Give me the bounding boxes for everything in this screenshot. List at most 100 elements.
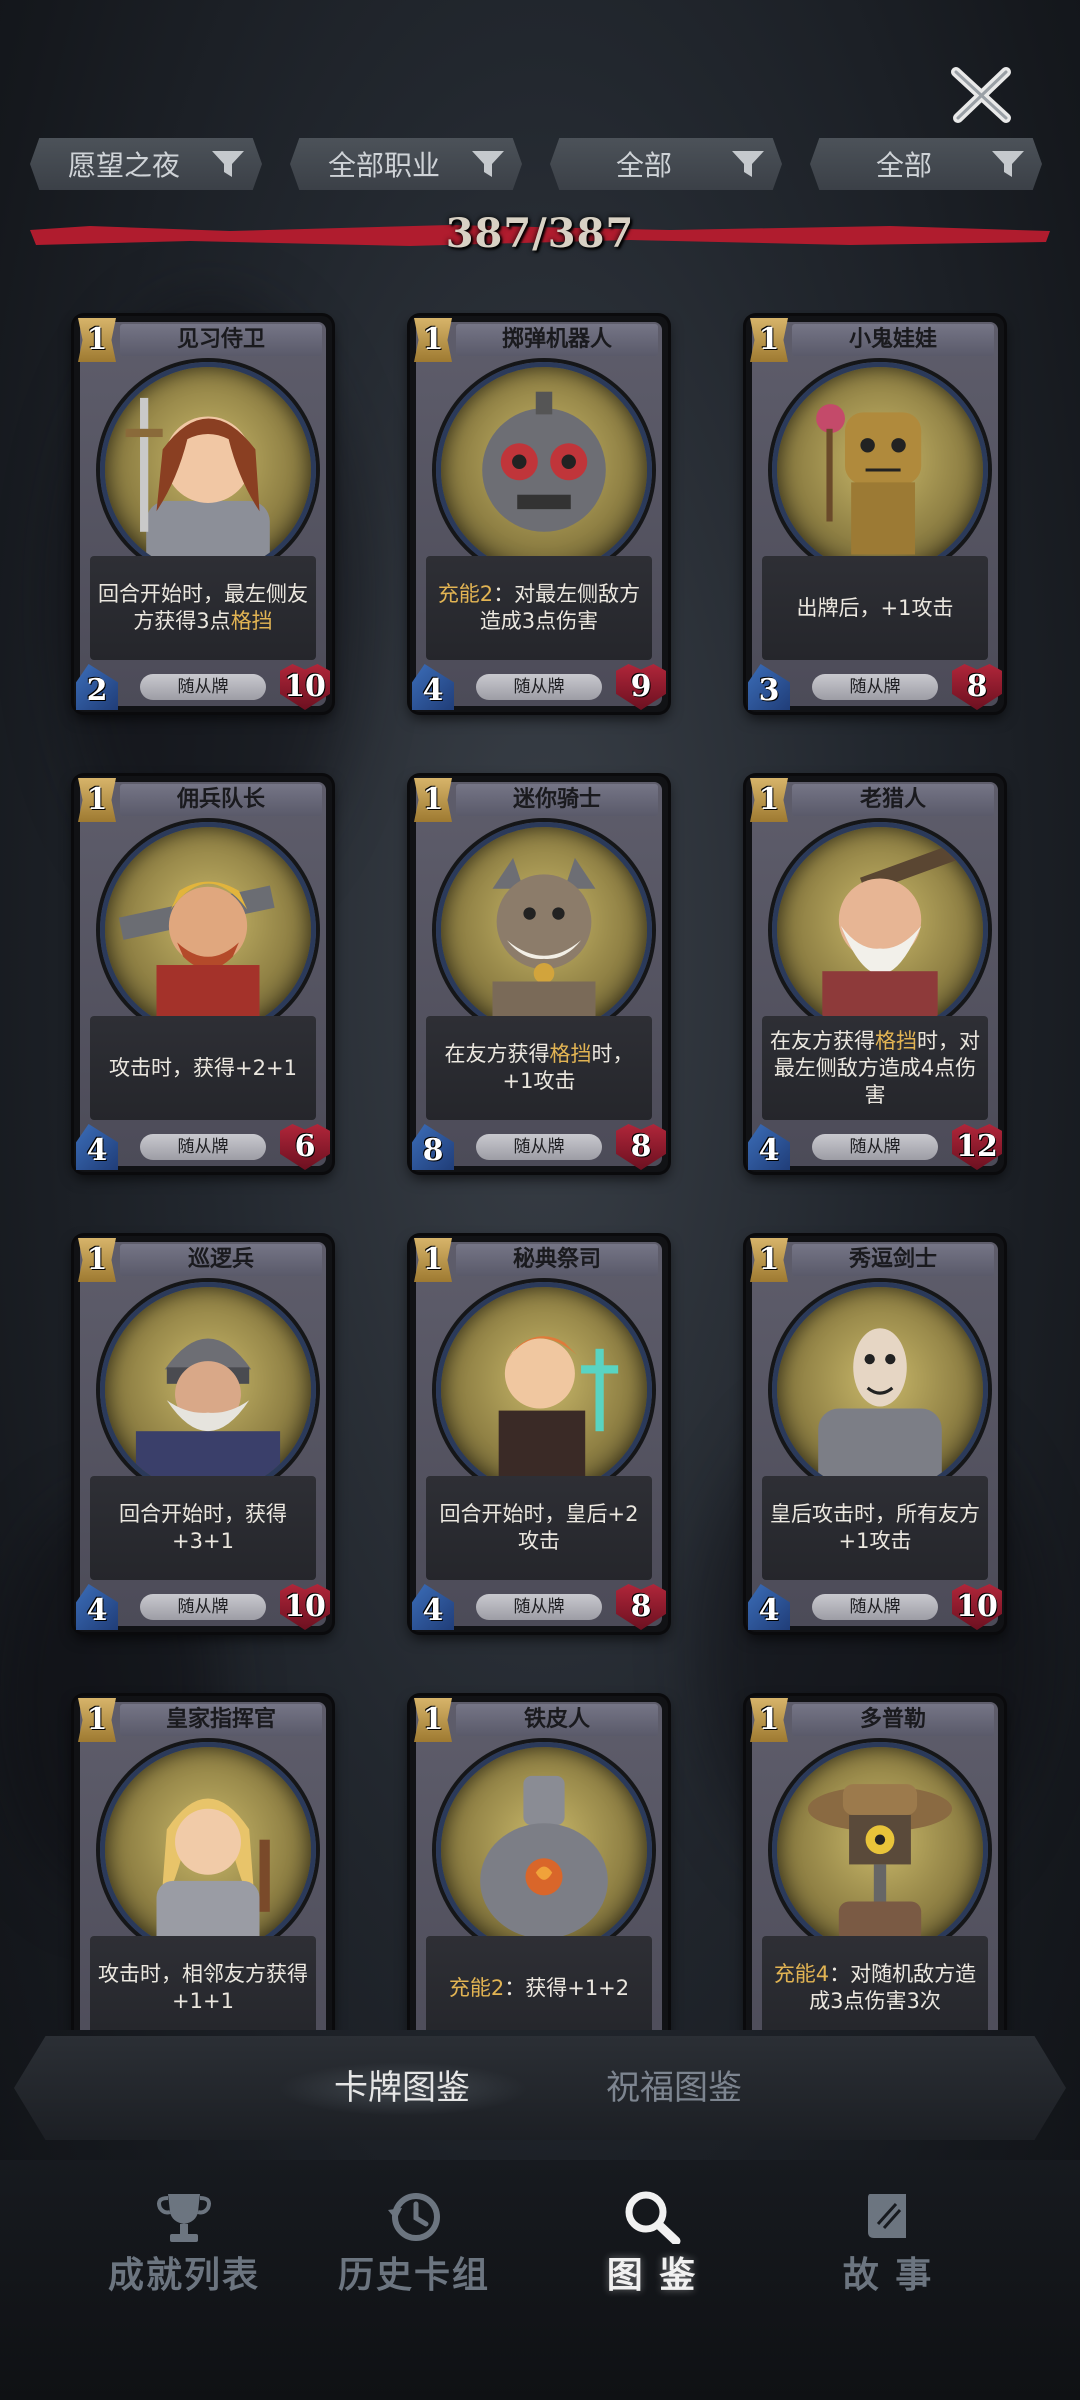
card-name: 小鬼娃娃	[792, 324, 994, 356]
filter-class[interactable]: 全部职业	[290, 138, 522, 190]
card-item[interactable]: 1 见习侍卫 回合开始时，最左侧友方获得3点格挡 2 随从牌 10	[74, 316, 332, 712]
effect-keyword: 充能2	[437, 582, 494, 606]
card-effect: 回合开始时，最左侧友方获得3点格挡	[98, 581, 308, 635]
effect-keyword: 充能2	[448, 1975, 505, 2000]
card-type: 随从牌	[812, 674, 938, 700]
card-name: 铁皮人	[456, 1704, 658, 1736]
card-effect: 在友方获得格挡时，+1攻击	[434, 1041, 644, 1095]
card-effect-text: 回合开始时，最左侧友方获得3点格挡	[90, 556, 316, 660]
close-button[interactable]	[946, 60, 1016, 130]
card-item[interactable]: 1 小鬼娃娃 出牌后，+1攻击 3 随从牌 8	[746, 316, 1004, 712]
effect-part: 回合开始时，皇后+2攻击	[439, 1502, 639, 1553]
effect-part: 回合开始时，最左侧友方获得3点	[98, 582, 308, 633]
card-item[interactable]: 1 铁皮人 充能2：获得+1+2	[410, 1696, 668, 2030]
card-name: 秘典祭司	[456, 1244, 658, 1276]
filter-event[interactable]: 愿望之夜	[30, 138, 262, 190]
effect-keyword: 格挡	[875, 1028, 917, 1053]
old-hunter-portrait	[772, 822, 988, 1038]
nav-history-decks[interactable]: 历史卡组	[314, 2190, 514, 2310]
card-cost: 1	[414, 1698, 452, 1742]
card-type: 随从牌	[812, 1134, 938, 1160]
filter-funnel-icon	[212, 151, 244, 177]
card-type: 随从牌	[476, 1594, 602, 1620]
nav-label: 故 事	[842, 2254, 934, 2296]
history-icon	[388, 2193, 440, 2241]
card-cost: 1	[414, 318, 452, 362]
card-item[interactable]: 1 迷你骑士 在友方获得格挡时，+1攻击 8 随从牌 8	[410, 776, 668, 1172]
patrol-portrait	[100, 1282, 316, 1498]
mini-knight-portrait	[436, 822, 652, 1038]
effect-keyword: 格挡	[549, 1042, 592, 1066]
card-item[interactable]: 1 秘典祭司 回合开始时，皇后+2攻击 4 随从牌 8	[410, 1236, 668, 1632]
card-type: 随从牌	[476, 1134, 602, 1160]
card-cost: 1	[414, 1238, 452, 1282]
effect-part: 出牌后，+1攻击	[796, 595, 954, 620]
card-item[interactable]: 1 皇家指挥官 攻击时，相邻友方获得+1+1	[74, 1696, 332, 2030]
card-name: 掷弹机器人	[456, 324, 658, 356]
card-cost: 1	[78, 1698, 116, 1742]
effect-part: 在友方获得	[444, 1042, 550, 1066]
card-type: 随从牌	[140, 1594, 266, 1620]
doppler-portrait	[772, 1742, 988, 1958]
card-type: 随从牌	[140, 1134, 266, 1160]
card-effect-text: 在友方获得格挡时，对最左侧敌方造成4点伤害	[762, 1016, 988, 1120]
effect-part: 回合开始时，获得+3+1	[119, 1502, 287, 1553]
effect-part: ：获得+1+2	[504, 1975, 630, 2000]
card-cost: 1	[750, 1698, 788, 1742]
filter-funnel-icon	[732, 151, 764, 177]
bomb-robot-portrait	[436, 362, 652, 578]
swordsman-portrait	[772, 1282, 988, 1498]
knight-girl-portrait	[100, 362, 316, 578]
nav-codex[interactable]: 图 鉴	[552, 2190, 752, 2310]
card-effect-text: 攻击时，相邻友方获得+1+1	[90, 1936, 316, 2030]
card-cost: 1	[414, 778, 452, 822]
card-item[interactable]: 1 老猎人 在友方获得格挡时，对最左侧敌方造成4点伤害 4 随从牌 12	[746, 776, 1004, 1172]
card-name: 见习侍卫	[120, 324, 322, 356]
card-effect-text: 攻击时，获得+2+1	[90, 1016, 316, 1120]
book-icon	[868, 2194, 906, 2238]
magnifier-icon	[625, 2191, 681, 2244]
card-name: 多普勒	[792, 1704, 994, 1736]
filter-funnel-icon	[472, 151, 504, 177]
nav-achievements[interactable]: 成就列表	[84, 2190, 284, 2310]
card-item[interactable]: 1 多普勒 充能4：对随机敌方造成3点伤害3次	[746, 1696, 1004, 2030]
card-cost: 1	[750, 318, 788, 362]
card-effect-text: 充能2：对最左侧敌方造成3点伤害	[426, 556, 652, 660]
filter-rarity[interactable]: 全部	[550, 138, 782, 190]
card-item[interactable]: 1 巡逻兵 回合开始时，获得+3+1 4 随从牌 10	[74, 1236, 332, 1632]
tab-blessing-collection[interactable]: 祝福图鉴	[606, 2058, 742, 2118]
filter-type[interactable]: 全部	[810, 138, 1042, 190]
tin-man-portrait	[436, 1742, 652, 1958]
effect-part: ：对最左侧敌方造成3点伤害	[479, 582, 641, 633]
tab-card-collection[interactable]: 卡牌图鉴	[334, 2058, 470, 2118]
nav-label: 图 鉴	[606, 2254, 698, 2296]
card-name: 巡逻兵	[120, 1244, 322, 1276]
card-cost: 1	[78, 318, 116, 362]
card-item[interactable]: 1 佣兵队长 攻击时，获得+2+1 4 随从牌 6	[74, 776, 332, 1172]
card-effect-text: 回合开始时，皇后+2攻击	[426, 1476, 652, 1580]
collection-subtabs: 卡牌图鉴 祝福图鉴	[14, 2036, 1066, 2140]
effect-keyword: 充能4	[773, 1962, 830, 1986]
card-name: 秀逗剑士	[792, 1244, 994, 1276]
filter-type-label: 全部	[875, 149, 932, 182]
card-cost: 1	[750, 778, 788, 822]
card-item[interactable]: 1 掷弹机器人 充能2：对最左侧敌方造成3点伤害 4 随从牌 9	[410, 316, 668, 712]
card-type: 随从牌	[476, 674, 602, 700]
bottom-navigation: 成就列表 历史卡组 图 鉴 故 事	[0, 2160, 1080, 2400]
card-effect: 充能2：获得+1+2	[449, 1975, 629, 2002]
nav-story[interactable]: 故 事	[788, 2190, 988, 2310]
voodoo-doll-portrait	[772, 362, 988, 578]
card-cost: 1	[78, 778, 116, 822]
filter-class-label: 全部职业	[327, 149, 440, 182]
card-name: 迷你骑士	[456, 784, 658, 816]
nav-label: 成就列表	[107, 2254, 260, 2296]
card-type: 随从牌	[140, 674, 266, 700]
card-item[interactable]: 1 秀逗剑士 皇后攻击时，所有友方+1攻击 4 随从牌 10	[746, 1236, 1004, 1632]
filter-event-label: 愿望之夜	[67, 149, 180, 182]
card-name: 老猎人	[792, 784, 994, 816]
card-effect: 充能4：对随机敌方造成3点伤害3次	[770, 1961, 980, 2015]
effect-part: ：对随机敌方造成3点伤害3次	[809, 1962, 977, 2013]
filter-bar: 愿望之夜 全部职业 全部 全部	[30, 138, 1050, 190]
card-effect-text: 出牌后，+1攻击	[762, 556, 988, 660]
filter-rarity-label: 全部	[615, 149, 672, 182]
